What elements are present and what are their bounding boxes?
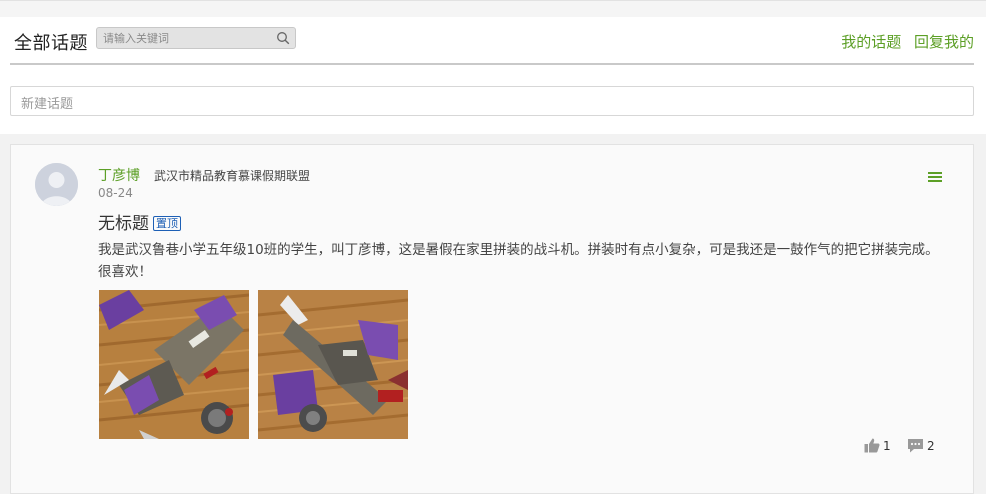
search-input[interactable] xyxy=(103,30,271,46)
new-topic-input[interactable]: 新建话题 xyxy=(10,86,974,116)
post-title[interactable]: 无标题 置顶 xyxy=(98,209,181,234)
my-topics-link[interactable]: 我的话题 xyxy=(841,33,901,51)
comment-count: 2 xyxy=(927,439,935,453)
page-title: 全部话题 xyxy=(14,33,88,54)
search-icon[interactable] xyxy=(276,31,290,45)
search-box[interactable] xyxy=(96,27,296,49)
header-links: 我的话题 回复我的 xyxy=(833,31,974,52)
post-date: 08-24 xyxy=(98,186,133,200)
post-image-2[interactable] xyxy=(258,290,408,439)
top-strip xyxy=(0,0,986,17)
author-name[interactable]: 丁彦博 xyxy=(98,165,140,185)
like-count: 1 xyxy=(883,439,891,453)
post-body: 我是武汉鲁巷小学五年级10班的学生，叫丁彦博，这是暑假在家里拼装的战斗机。拼装时… xyxy=(98,242,939,280)
header-divider xyxy=(10,63,974,65)
pinned-badge: 置顶 xyxy=(153,216,181,231)
topic-card: 丁彦博 武汉市精品教育慕课假期联盟 08-24 无标题 置顶 我是武汉鲁巷小学五年… xyxy=(10,144,974,494)
replies-to-me-link[interactable]: 回复我的 xyxy=(914,33,974,51)
menu-icon[interactable] xyxy=(927,171,943,183)
avatar-placeholder-icon xyxy=(35,163,78,206)
avatar[interactable] xyxy=(35,163,78,206)
comment-button[interactable]: 2 xyxy=(907,438,935,453)
group-name: 武汉市精品教育慕课假期联盟 xyxy=(154,169,311,183)
post-title-text: 无标题 xyxy=(98,214,149,234)
thumbs-up-icon xyxy=(864,438,880,453)
like-button[interactable]: 1 xyxy=(864,438,891,453)
header-bar: 全部话题 我的话题 回复我的 xyxy=(0,17,986,65)
post-image-1[interactable] xyxy=(99,290,249,439)
comment-icon xyxy=(908,439,923,453)
